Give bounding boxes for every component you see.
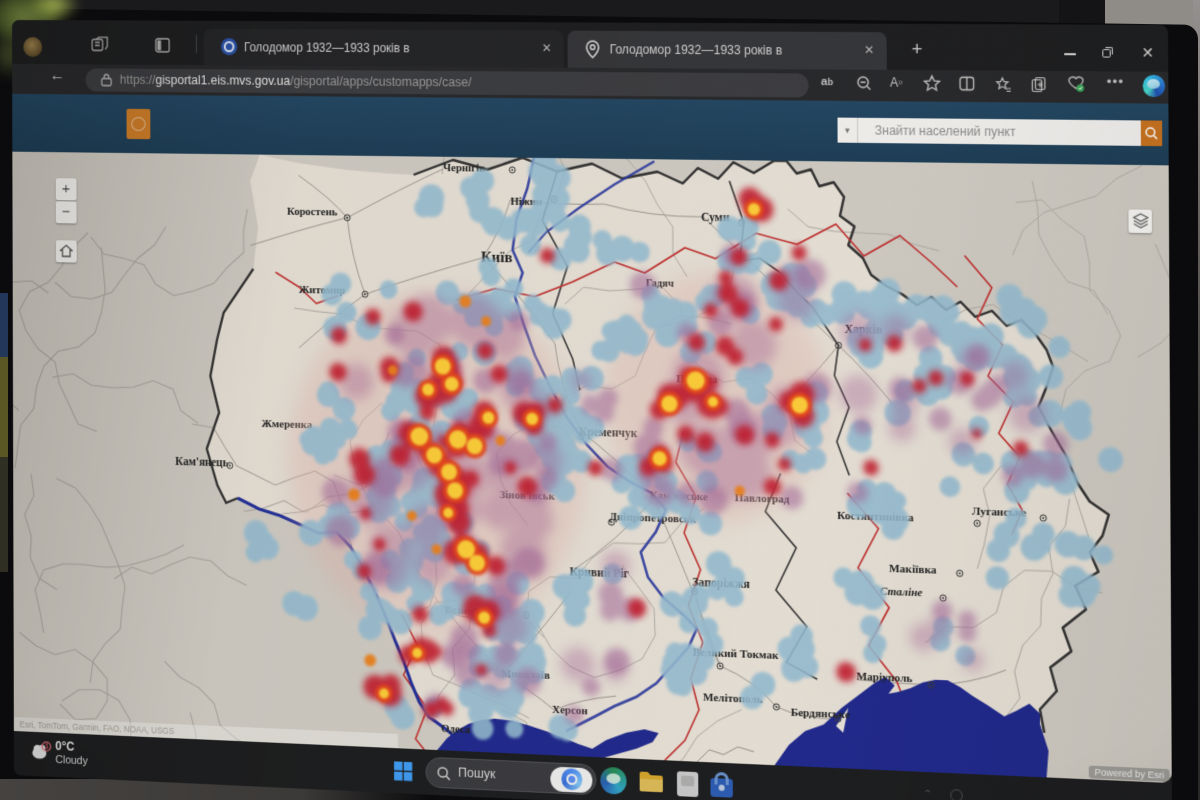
svg-text:Макіївка: Макіївка bbox=[889, 563, 937, 577]
svg-text:1: 1 bbox=[45, 744, 49, 751]
svg-text:Коростень: Коростень bbox=[287, 206, 338, 218]
svg-text:Одеса: Одеса bbox=[441, 723, 471, 736]
svg-text:Кам'янець: Кам'янець bbox=[175, 456, 228, 470]
svg-text:Сталіне: Сталіне bbox=[880, 586, 923, 599]
svg-text:Маріуполь: Маріуполь bbox=[856, 671, 912, 685]
